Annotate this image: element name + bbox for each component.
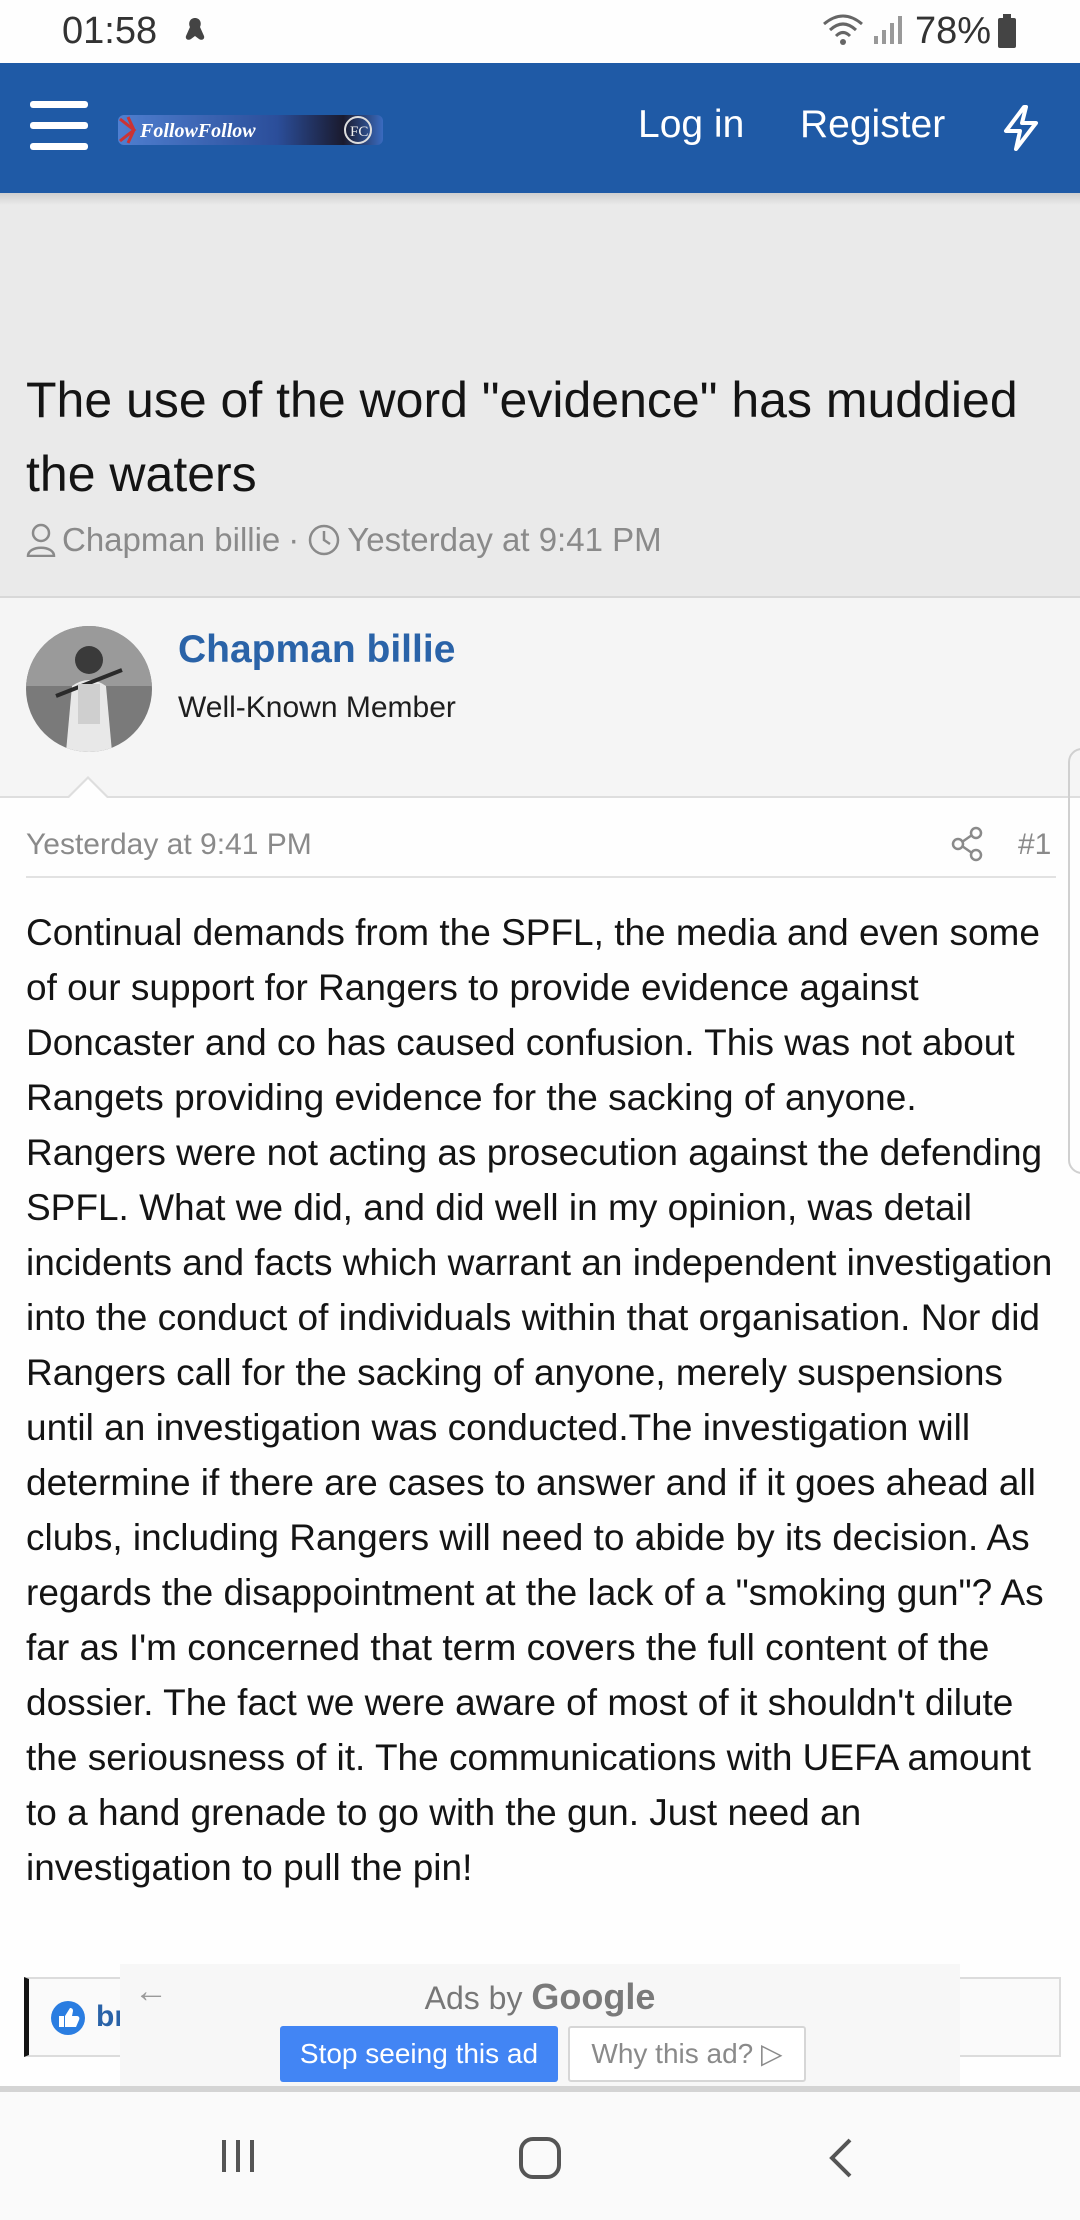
share-icon[interactable] [950,826,984,862]
system-nav-bar [0,2092,1080,2220]
post-body: Continual demands from the SPFL, the med… [26,912,1053,1888]
thread-meta: Chapman billie · Yesterday at 9:41 PM [26,521,662,559]
why-this-ad-button[interactable]: Why this ad? ▷ [568,2026,806,2082]
svg-text:FollowFollow: FollowFollow [139,120,256,142]
edge-tab [1068,748,1080,1174]
thread-title: The use of the word "evidence" has muddi… [26,372,1018,502]
menu-icon[interactable] [30,101,88,155]
home-icon[interactable] [518,2136,562,2180]
post-date[interactable]: Yesterday at 9:41 PM [26,828,312,862]
status-time: 01:58 [62,10,158,52]
signal-icon [874,16,902,44]
register-link[interactable]: Register [800,103,945,147]
status-bar: 01:58 78% [0,0,1080,63]
thread-author[interactable]: Chapman billie [62,521,280,559]
meta-separator: · [288,521,300,558]
user-icon [26,523,56,557]
post-notch-inner [68,779,108,799]
thread-header: The use of the word "evidence" has muddi… [0,193,1080,598]
login-link[interactable]: Log in [638,103,744,147]
post-user-title: Well-Known Member [178,691,456,724]
battery-percent: 78% [915,10,992,52]
svg-text:FC: FC [350,124,368,140]
like-icon [51,2001,85,2035]
notification-icon [185,18,205,40]
stop-seeing-ad-button[interactable]: Stop seeing this ad [280,2026,558,2082]
post-divider [26,876,1056,878]
wifi-icon [823,14,863,45]
back-icon[interactable] [826,2136,856,2180]
site-header: FollowFollow FC Log in Register [0,63,1080,193]
thread-date[interactable]: Yesterday at 9:41 PM [347,521,661,559]
post-number[interactable]: #1 [1018,828,1051,862]
post-username[interactable]: Chapman billie [178,628,455,672]
battery-icon [998,14,1016,48]
ads-by-text: Ads by [424,1980,523,2016]
ad-overlay: ← Ads by Google Stop seeing this ad Why … [120,1964,960,2086]
ads-by-label: Ads by Google [120,1976,960,2018]
bolt-icon[interactable] [998,103,1044,153]
post-user-block: Chapman billie Well-Known Member [0,598,1080,798]
clock-icon [309,524,340,556]
site-logo[interactable]: FollowFollow FC [118,111,383,149]
avatar[interactable] [26,626,152,752]
recent-apps-icon[interactable] [218,2138,258,2174]
google-wordmark: Google [531,1976,656,2017]
